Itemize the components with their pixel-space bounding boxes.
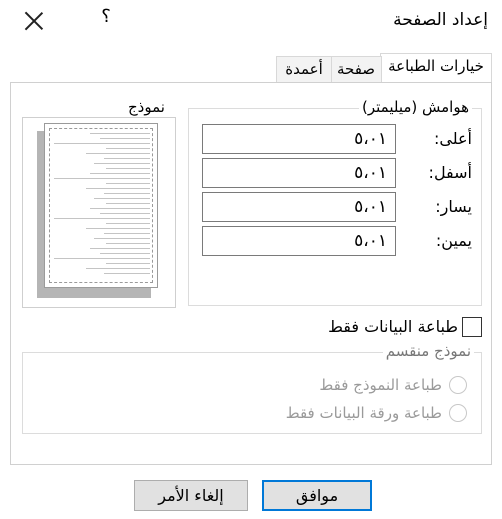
tab-strip: خيارات الطباعة صفحة أعمدة xyxy=(276,53,492,83)
right-margin-field[interactable]: ٥،٠١ xyxy=(202,226,396,256)
top-margin-label: أعلى: xyxy=(433,129,472,148)
print-form-only-label: طباعة النموذج فقط xyxy=(319,376,442,394)
right-margin-label: يمين: xyxy=(435,231,472,250)
top-margin-field[interactable]: ٥،٠١ xyxy=(202,124,396,154)
help-button[interactable]: ؟ xyxy=(99,6,113,27)
tab-columns[interactable]: أعمدة xyxy=(276,56,332,83)
split-form-title: نموذج منقسم xyxy=(382,342,474,360)
preview-title: نموذج xyxy=(126,98,167,116)
print-data-only-label: طباعة البيانات فقط xyxy=(328,317,458,336)
print-datasheet-only-label: طباعة ورقة البيانات فقط xyxy=(285,404,442,422)
print-data-only-checkbox[interactable] xyxy=(462,317,482,337)
print-form-only-radio[interactable] xyxy=(449,376,467,394)
dialog-title: إعداد الصفحة xyxy=(393,10,488,30)
tab-print-options[interactable]: خيارات الطباعة xyxy=(380,53,492,83)
left-margin-label: يسار: xyxy=(435,197,472,216)
margins-group-title: هوامش (ميليمتر) xyxy=(359,98,472,116)
print-datasheet-only-radio[interactable] xyxy=(449,404,467,422)
tab-page[interactable]: صفحة xyxy=(330,56,382,83)
bottom-margin-field[interactable]: ٥،٠١ xyxy=(202,158,396,188)
ok-button[interactable]: موافق xyxy=(262,480,372,511)
preview-margin-outline xyxy=(49,128,153,283)
close-icon[interactable] xyxy=(24,11,44,31)
cancel-button[interactable]: إلغاء الأمر xyxy=(134,480,248,511)
bottom-margin-label: أسفل: xyxy=(428,163,472,182)
left-margin-field[interactable]: ٥،٠١ xyxy=(202,192,396,222)
